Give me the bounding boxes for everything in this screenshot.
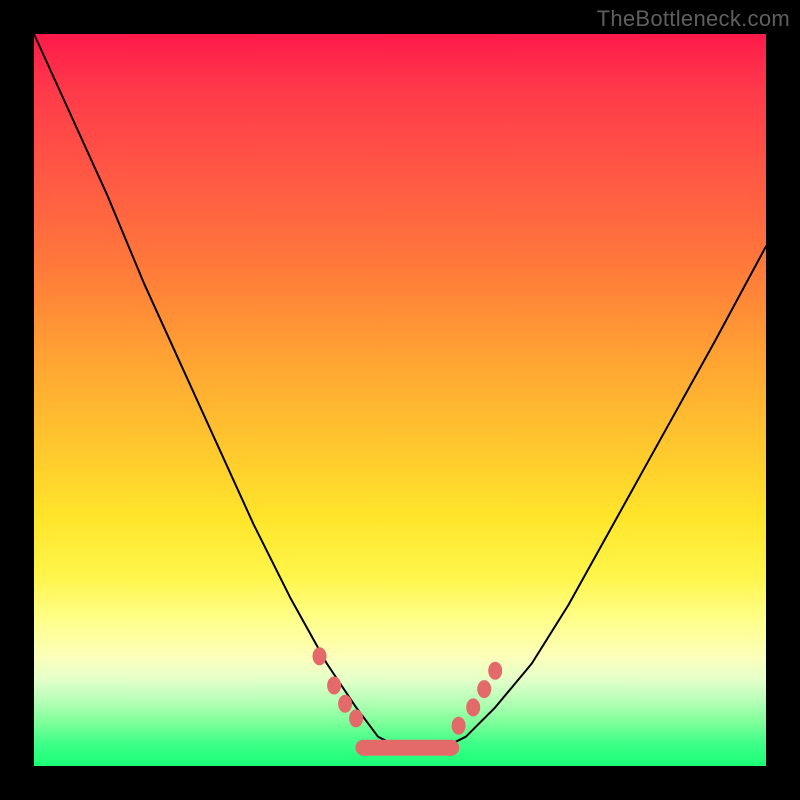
watermark-text: TheBottleneck.com [597,6,790,32]
valley-marker-dot [349,709,363,727]
curve-svg [34,34,766,766]
valley-markers [313,647,503,748]
valley-marker-dot [488,662,502,680]
chart-frame: TheBottleneck.com [0,0,800,800]
valley-marker-dot [313,647,327,665]
valley-marker-dot [338,695,352,713]
valley-marker-dot [466,698,480,716]
valley-marker-dot [452,717,466,735]
valley-marker-dot [327,677,341,695]
bottleneck-curve [34,34,766,749]
plot-area [34,34,766,766]
valley-marker-dot [477,680,491,698]
